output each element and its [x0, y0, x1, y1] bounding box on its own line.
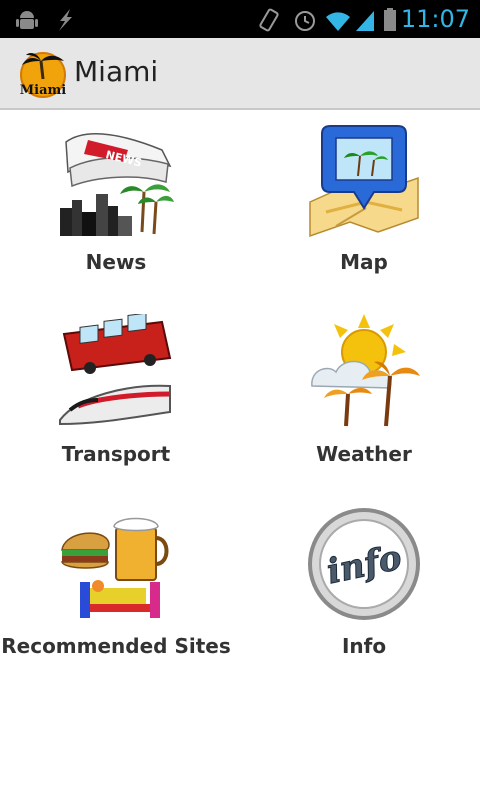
alarm-icon	[295, 11, 315, 31]
weather-icon	[311, 314, 420, 427]
tile-news[interactable]: NEWS News	[0, 112, 232, 292]
recommended-sites-icon	[61, 517, 169, 618]
clock: 11:07	[400, 5, 470, 33]
wifi-icon	[326, 12, 350, 31]
vibrate-icon	[259, 8, 279, 32]
battery-icon	[384, 8, 396, 31]
signal-icon	[356, 11, 374, 31]
tile-news-label: News	[85, 250, 147, 274]
news-icon: NEWS	[60, 133, 174, 236]
tile-info[interactable]: info Info	[248, 496, 480, 676]
status-bar: 11:07	[0, 0, 480, 38]
tile-map[interactable]: Map	[248, 112, 480, 292]
action-bar: Miami Miami	[0, 38, 480, 110]
app-logo-icon[interactable]: Miami	[18, 49, 68, 99]
info-icon: info	[308, 508, 420, 620]
tile-weather[interactable]: Weather	[248, 304, 480, 484]
app-title: Miami	[74, 55, 159, 88]
usb-debug-icon	[59, 9, 72, 31]
tile-info-label: Info	[341, 634, 387, 658]
android-icon	[16, 11, 38, 29]
tile-weather-label: Weather	[316, 442, 412, 466]
map-icon	[309, 125, 419, 238]
app-logo-text: Miami	[20, 83, 67, 98]
tile-map-label: Map	[340, 250, 388, 274]
tile-transport[interactable]: Transport	[0, 304, 232, 484]
tile-recommended-sites[interactable]: Recommended Sites	[0, 496, 232, 676]
transport-icon	[59, 314, 172, 426]
tile-transport-label: Transport	[61, 442, 171, 466]
tile-recommended-sites-label: Recommended Sites	[1, 634, 231, 658]
